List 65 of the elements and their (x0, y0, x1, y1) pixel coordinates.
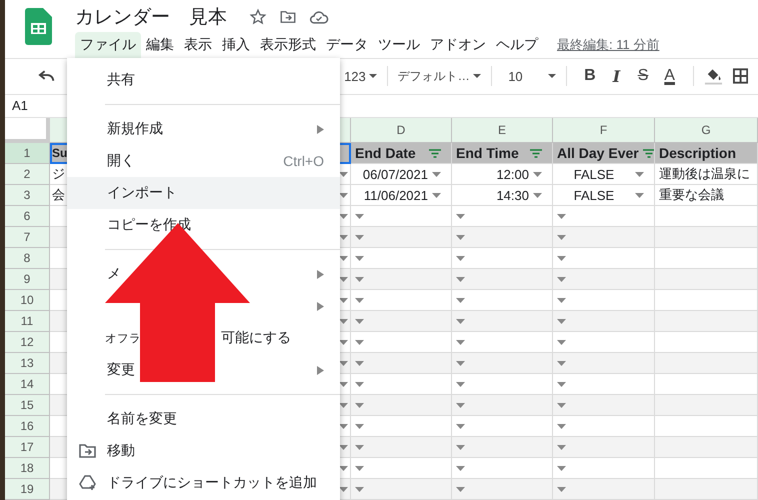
cell-text: Su (52, 146, 68, 160)
row-number[interactable]: 2 (5, 164, 50, 185)
menu-option[interactable]: インポート (67, 177, 340, 209)
row-number[interactable]: 10 (5, 290, 50, 311)
menu-option[interactable]: ドライブにショートカットを追加 (67, 467, 340, 499)
cell-text: FALSE (572, 188, 616, 202)
column-header[interactable]: D (351, 118, 452, 143)
row-number[interactable]: 19 (5, 479, 50, 500)
cell-text: FALSE (572, 166, 616, 182)
name-box[interactable]: A1 (12, 98, 28, 114)
menu-option[interactable]: 変更 (67, 354, 340, 386)
cell-text: 会 (52, 186, 65, 204)
menu-item[interactable]: ヘルプ (491, 32, 543, 58)
italic-button[interactable]: I (603, 66, 630, 86)
menu-item[interactable]: 表示形式 (255, 32, 321, 58)
row-number[interactable]: 18 (5, 458, 50, 479)
font-size-dropdown[interactable]: 10 (508, 68, 556, 84)
column-header[interactable]: F (553, 118, 655, 143)
row-number[interactable]: 11 (5, 311, 50, 332)
cell-text: Description (659, 145, 738, 161)
document-title[interactable]: カレンダー 見本 (75, 4, 227, 30)
row-number[interactable]: 6 (5, 206, 50, 227)
row-number[interactable]: 17 (5, 437, 50, 458)
menu-item[interactable]: 挿入 (217, 32, 255, 58)
menu-item[interactable]: ファイル (75, 32, 141, 58)
number-format-dropdown[interactable]: 123 (344, 68, 377, 84)
menu-item[interactable]: データ (321, 32, 373, 58)
menu-option[interactable]: 共有 (67, 64, 340, 96)
cell-text: ジ (52, 165, 65, 183)
menu-item[interactable]: 編集 (141, 32, 179, 58)
cell-text: 重要な会議 (659, 186, 725, 204)
menu-item[interactable]: 表示 (179, 32, 217, 58)
last-edit-link[interactable]: 最終編集: 11 分前 (557, 36, 660, 54)
column-header[interactable]: G (655, 118, 758, 143)
menu-option[interactable]: 開く Ctrl+O (67, 145, 340, 177)
row-number[interactable]: 7 (5, 227, 50, 248)
menu-item[interactable]: ツール (373, 32, 425, 58)
strikethrough-button[interactable]: S (630, 67, 656, 86)
menu-option[interactable]: 移動 (67, 435, 340, 467)
cell-text: 14:30 (495, 188, 529, 202)
row-number[interactable]: 15 (5, 395, 50, 416)
row-number[interactable]: 8 (5, 248, 50, 269)
cell-text: 06/07/2021 (362, 166, 428, 182)
menu-option[interactable]: 名前を変更 (67, 403, 340, 435)
row-number[interactable]: 1 (5, 143, 50, 164)
row-number[interactable]: 14 (5, 374, 50, 395)
row-number[interactable]: 9 (5, 269, 50, 290)
bold-button[interactable]: B (576, 67, 604, 86)
cell-text: 12:00 (495, 166, 529, 182)
menu-option[interactable]: 新規作成 (67, 113, 340, 145)
text-color-button[interactable]: A (656, 67, 683, 86)
column-header[interactable]: E (452, 118, 553, 143)
cell-text: All Day Ever (557, 145, 639, 161)
cell-text: 運動後は温泉に (659, 165, 751, 183)
cell-text: 11/06/2021 (362, 188, 428, 202)
row-number[interactable]: 16 (5, 416, 50, 437)
cell-text: End Time (456, 145, 520, 161)
row-number[interactable]: 12 (5, 332, 50, 353)
font-dropdown[interactable]: デフォルト… (398, 68, 482, 85)
menu-option[interactable]: メ (67, 258, 340, 290)
menu-item[interactable]: アドオン (425, 32, 491, 58)
row-number[interactable]: 13 (5, 353, 50, 374)
row-number[interactable]: 3 (5, 185, 50, 206)
cell-text: End Date (355, 145, 417, 161)
menu-option[interactable]: オフラ 可能にする (67, 322, 340, 354)
